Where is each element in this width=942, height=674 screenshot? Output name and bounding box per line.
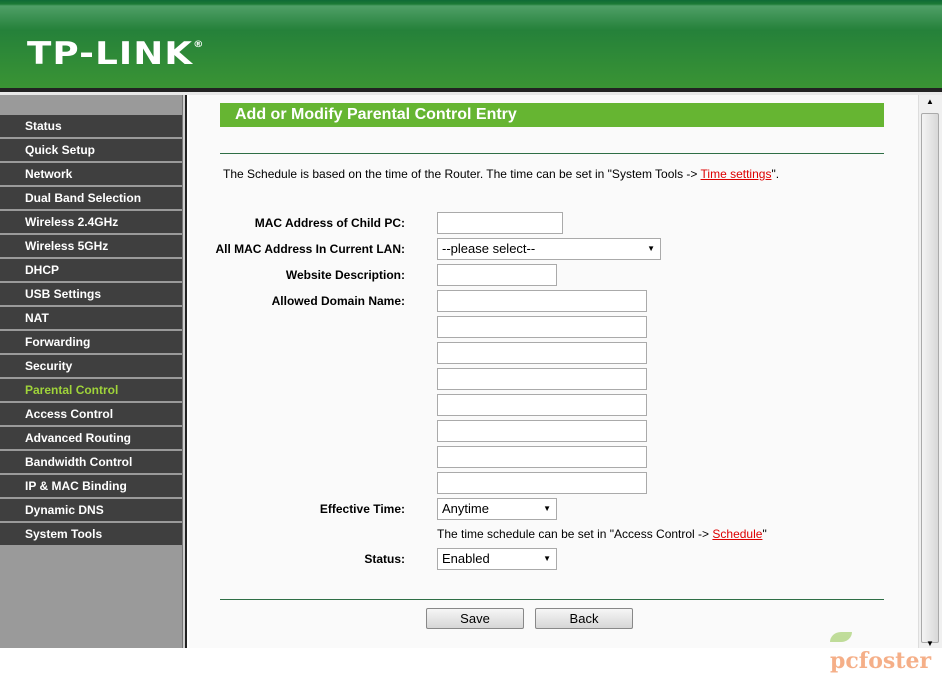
mac-label: MAC Address of Child PC: bbox=[254, 216, 405, 230]
allowed-domain-input[interactable] bbox=[437, 420, 647, 442]
scrollbar-thumb[interactable] bbox=[921, 113, 939, 643]
all-mac-select[interactable]: --please select-- ▼ bbox=[437, 238, 661, 260]
dropdown-arrow-icon: ▼ bbox=[647, 244, 655, 253]
divider bbox=[220, 153, 884, 154]
tp-link-logo: TP-LINK® bbox=[27, 36, 205, 72]
sidebar-separator bbox=[183, 95, 187, 648]
sidebar-item-parental-control[interactable]: Parental Control bbox=[0, 379, 182, 401]
sidebar-item-ip-mac-binding[interactable]: IP & MAC Binding bbox=[0, 475, 182, 497]
scroll-up-icon[interactable]: ▲ bbox=[926, 97, 934, 106]
allowed-domain-input[interactable] bbox=[437, 394, 647, 416]
effective-time-label: Effective Time: bbox=[319, 502, 405, 516]
schedule-link[interactable]: Schedule bbox=[712, 527, 762, 541]
all-mac-label: All MAC Address In Current LAN: bbox=[215, 242, 405, 256]
sidebar-item-security[interactable]: Security bbox=[0, 355, 182, 377]
allowed-domain-input[interactable] bbox=[437, 446, 647, 468]
sidebar-item-system-tools[interactable]: System Tools bbox=[0, 523, 182, 545]
back-button[interactable]: Back bbox=[535, 608, 633, 629]
time-settings-link[interactable]: Time settings bbox=[701, 167, 772, 181]
allowed-domain-input[interactable] bbox=[437, 316, 647, 338]
status-label: Status: bbox=[364, 552, 405, 566]
website-label: Website Description: bbox=[285, 268, 405, 282]
sidebar-item-nat[interactable]: NAT bbox=[0, 307, 182, 329]
sidebar-item-network[interactable]: Network bbox=[0, 163, 182, 185]
website-description-input[interactable] bbox=[437, 264, 557, 286]
mac-address-input[interactable] bbox=[437, 212, 563, 234]
header: TP-LINK® bbox=[0, 0, 942, 88]
allowed-domain-input[interactable] bbox=[437, 290, 647, 312]
sidebar-item-dynamic-dns[interactable]: Dynamic DNS bbox=[0, 499, 182, 521]
sidebar-item-dual-band-selection[interactable]: Dual Band Selection bbox=[0, 187, 182, 209]
divider bbox=[220, 599, 884, 600]
sidebar-item-forwarding[interactable]: Forwarding bbox=[0, 331, 182, 353]
sidebar-item-quick-setup[interactable]: Quick Setup bbox=[0, 139, 182, 161]
domain-label: Allowed Domain Name: bbox=[271, 294, 405, 308]
sidebar-item-access-control[interactable]: Access Control bbox=[0, 403, 182, 425]
sidebar-item-wireless-5ghz[interactable]: Wireless 5GHz bbox=[0, 235, 182, 257]
main-content: Add or Modify Parental Control Entry The… bbox=[189, 95, 918, 648]
sidebar-item-bandwidth-control[interactable]: Bandwidth Control bbox=[0, 451, 182, 473]
save-button[interactable]: Save bbox=[426, 608, 524, 629]
status-select[interactable]: Enabled ▼ bbox=[437, 548, 557, 570]
dropdown-arrow-icon: ▼ bbox=[543, 554, 551, 563]
sidebar: Status Quick Setup Network Dual Band Select… bbox=[0, 95, 183, 648]
scrollbar[interactable]: ▲ ▼ bbox=[918, 95, 942, 648]
allowed-domain-input[interactable] bbox=[437, 368, 647, 390]
sidebar-item-advanced-routing[interactable]: Advanced Routing bbox=[0, 427, 182, 449]
sidebar-item-dhcp[interactable]: DHCP bbox=[0, 259, 182, 281]
page-title: Add or Modify Parental Control Entry bbox=[220, 103, 884, 127]
allowed-domain-input[interactable] bbox=[437, 472, 647, 494]
schedule-note: The Schedule is based on the time of the… bbox=[223, 167, 780, 181]
allowed-domain-input[interactable] bbox=[437, 342, 647, 364]
watermark-logo: pcfoster bbox=[830, 622, 942, 674]
sidebar-item-status[interactable]: Status bbox=[0, 115, 182, 137]
sidebar-item-wireless-2-4ghz[interactable]: Wireless 2.4GHz bbox=[0, 211, 182, 233]
schedule-hint: The time schedule can be set in "Access … bbox=[437, 527, 767, 541]
sidebar-item-usb-settings[interactable]: USB Settings bbox=[0, 283, 182, 305]
dropdown-arrow-icon: ▼ bbox=[543, 504, 551, 513]
effective-time-select[interactable]: Anytime ▼ bbox=[437, 498, 557, 520]
